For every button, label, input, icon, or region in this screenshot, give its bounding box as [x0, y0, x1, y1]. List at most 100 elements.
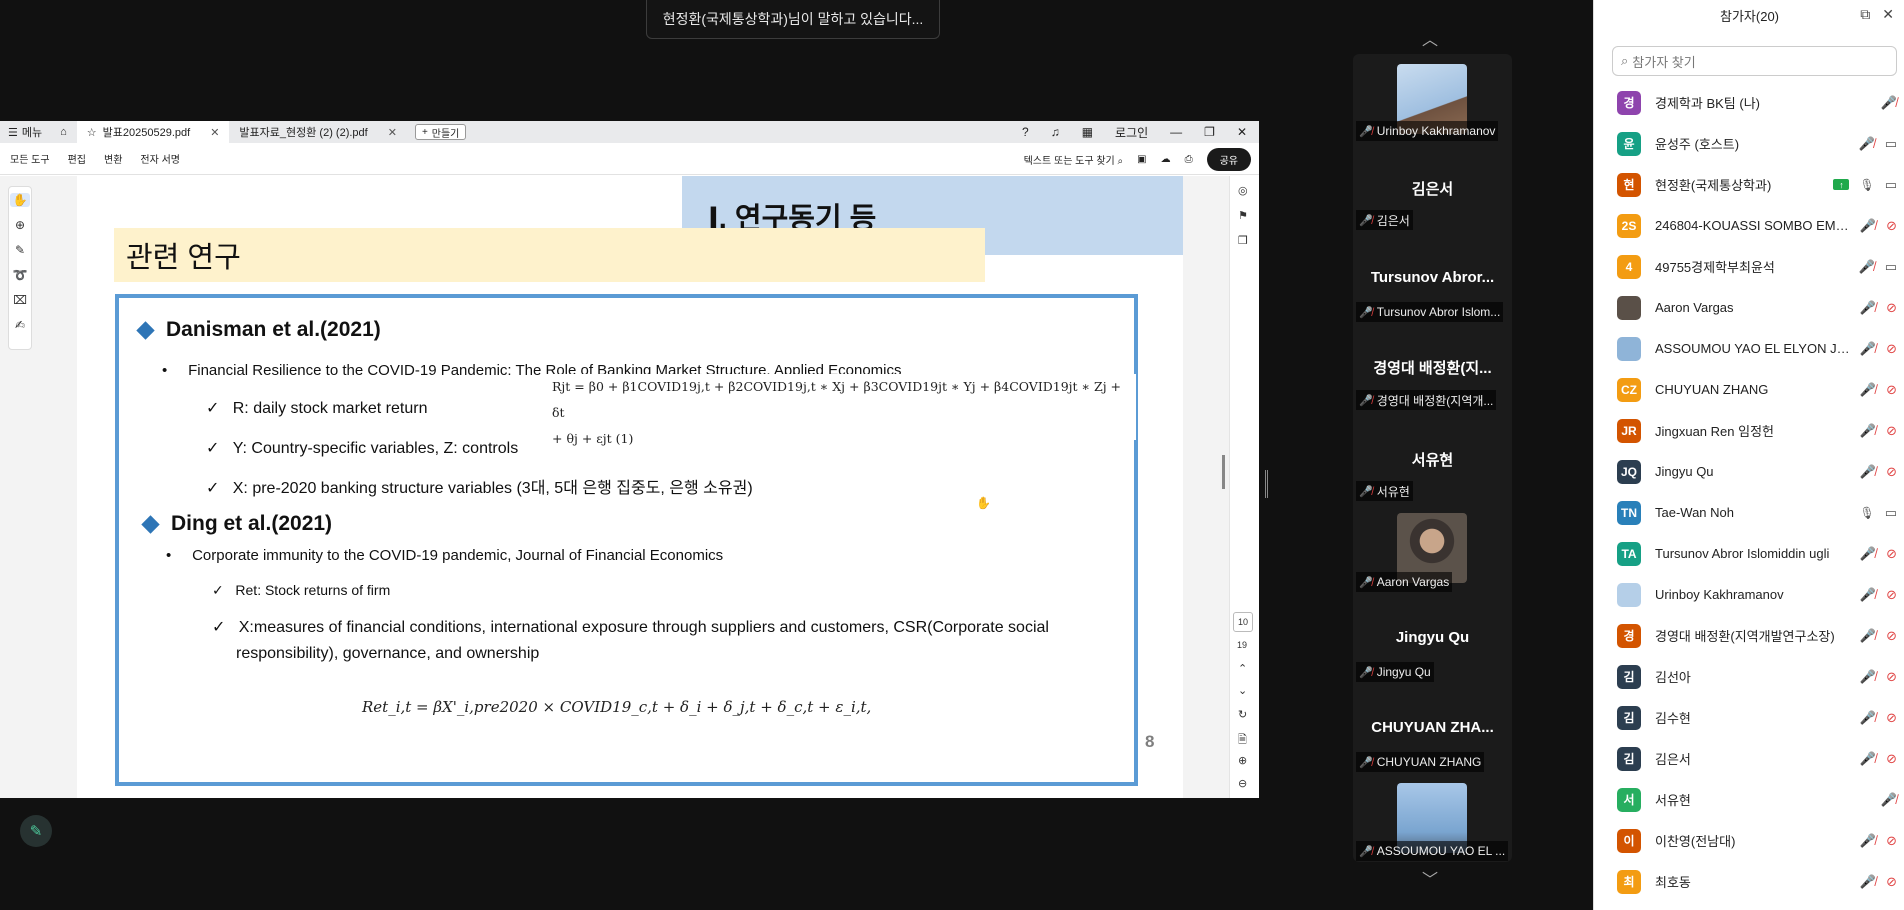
toolbar-item-e-sign[interactable]: 전자 서명: [140, 151, 180, 166]
mic-off-icon[interactable]: 🎤̸: [1860, 751, 1876, 767]
pen-tool-icon[interactable]: ✎: [15, 243, 25, 257]
scroll-up-chevron-icon[interactable]: ︿: [1422, 26, 1438, 50]
participant-row[interactable]: JR Jingxuan Ren 임정헌 🎤̸ ⊘: [1594, 410, 1904, 451]
new-tab-button[interactable]: + 만들기: [414, 124, 467, 140]
camera-off-icon[interactable]: ⊘: [1886, 382, 1897, 398]
camera-off-icon[interactable]: ⊘: [1886, 300, 1897, 316]
camera-off-icon[interactable]: ⊘: [1886, 628, 1897, 644]
tab-pdf-2[interactable]: 발표자료_현정환 (2) (2).pdf ✕: [229, 121, 407, 143]
mic-off-icon[interactable]: 🎤̸: [1860, 587, 1876, 603]
camera-on-icon[interactable]: ▭: [1885, 259, 1897, 275]
restore-icon[interactable]: ❐: [1204, 125, 1215, 139]
camera-off-icon[interactable]: ⊘: [1886, 423, 1897, 439]
participant-row[interactable]: Aaron Vargas 🎤̸ ⊘: [1594, 287, 1904, 328]
mic-on-icon[interactable]: 🎙: [1859, 506, 1874, 520]
video-name-label[interactable]: 🎤̸ Tursunov Abror Islom...: [1356, 302, 1504, 322]
close-tab-icon[interactable]: ✕: [210, 126, 219, 139]
mic-on-icon[interactable]: 🎙: [1859, 178, 1874, 192]
mic-off-icon[interactable]: 🎤̸: [1860, 464, 1876, 480]
camera-off-icon[interactable]: ⊘: [1886, 874, 1897, 890]
current-page-input[interactable]: 10: [1233, 612, 1253, 632]
pop-out-icon[interactable]: ⧉: [1860, 6, 1870, 23]
toolbar-item-edit[interactable]: 편집: [68, 151, 86, 166]
zoom-in-icon[interactable]: ⊕: [1238, 754, 1247, 767]
print-icon[interactable]: ⎙: [1185, 154, 1193, 165]
panel-resize-handle[interactable]: [1265, 470, 1268, 498]
mic-off-icon[interactable]: 🎤̸: [1860, 341, 1876, 357]
minimize-icon[interactable]: —: [1170, 125, 1182, 139]
video-name-label[interactable]: 🎤̸ Jingyu Qu: [1356, 662, 1434, 682]
participant-row[interactable]: 서 서유현 🎤̸: [1594, 779, 1904, 820]
mic-off-icon[interactable]: 🎤̸: [1860, 300, 1876, 316]
participant-row[interactable]: 경 경제학과 BK팀 (나) 🎤̸: [1594, 82, 1904, 123]
participant-row[interactable]: 2S 246804-KOUASSI SOMBO EMMA... 🎤̸ ⊘: [1594, 205, 1904, 246]
camera-off-icon[interactable]: ⊘: [1886, 341, 1897, 357]
refresh-icon[interactable]: ↻: [1238, 708, 1247, 721]
zoom-tool-icon[interactable]: ⊕: [15, 218, 25, 232]
close-window-icon[interactable]: ✕: [1237, 125, 1247, 139]
vertical-scrollbar[interactable]: [1222, 455, 1225, 489]
participant-row[interactable]: 김 김수현 🎤̸ ⊘: [1594, 697, 1904, 738]
participant-row[interactable]: 김 김선아 🎤̸ ⊘: [1594, 656, 1904, 697]
participant-row[interactable]: 4 49755경제학부최윤석 🎤̸ ▭: [1594, 246, 1904, 287]
camera-off-icon[interactable]: ⊘: [1886, 546, 1897, 562]
bell-icon[interactable]: ♫: [1051, 125, 1060, 139]
toolbar-item-convert[interactable]: 변환: [104, 151, 122, 166]
participant-row[interactable]: CZ CHUYUAN ZHANG 🎤̸ ⊘: [1594, 369, 1904, 410]
participant-row[interactable]: 김 김은서 🎤̸ ⊘: [1594, 738, 1904, 779]
video-name-label[interactable]: 🎤̸ 서유현: [1356, 481, 1413, 501]
participant-row[interactable]: 이 이찬영(전남대) 🎤̸ ⊘: [1594, 820, 1904, 861]
signature-tool-icon[interactable]: ✍: [15, 318, 25, 332]
hand-tool-icon[interactable]: ✋: [10, 193, 30, 207]
save-icon[interactable]: ▣: [1137, 154, 1146, 165]
close-tab-icon[interactable]: ✕: [388, 126, 397, 139]
share-button[interactable]: 공유: [1206, 147, 1251, 171]
participant-row[interactable]: 최 최호동 🎤̸ ⊘: [1594, 861, 1904, 902]
page-up-icon[interactable]: ⌃: [1238, 662, 1247, 675]
mic-off-icon[interactable]: 🎤̸: [1860, 710, 1876, 726]
video-name-label[interactable]: 🎤̸ CHUYUAN ZHANG: [1356, 752, 1485, 772]
camera-off-icon[interactable]: ⊘: [1886, 833, 1897, 849]
camera-off-icon[interactable]: ⊘: [1886, 587, 1897, 603]
tool-search-field[interactable]: 텍스트 또는 도구 찾기 ⌕: [1024, 152, 1124, 167]
participant-row[interactable]: TA Tursunov Abror Islomiddin ugli 🎤̸ ⊘: [1594, 533, 1904, 574]
annotate-floating-button[interactable]: ✎: [20, 815, 52, 847]
camera-on-icon[interactable]: ▭: [1885, 505, 1897, 521]
video-name-label[interactable]: 🎤̸ ASSOUMOU YAO EL ...: [1356, 841, 1509, 861]
mic-off-icon[interactable]: 🎤̸: [1860, 423, 1876, 439]
mic-off-icon[interactable]: 🎤̸: [1860, 874, 1876, 890]
mic-off-icon[interactable]: 🎤̸: [1859, 259, 1875, 275]
close-panel-icon[interactable]: ✕: [1882, 6, 1894, 23]
mic-off-icon[interactable]: 🎤̸: [1860, 382, 1876, 398]
menu-button[interactable]: ☰ 메뉴: [0, 124, 50, 140]
mic-off-icon[interactable]: 🎤̸: [1860, 669, 1876, 685]
participant-row[interactable]: Urinboy Kakhramanov 🎤̸ ⊘: [1594, 574, 1904, 615]
video-name-label[interactable]: 🎤̸ Aaron Vargas: [1356, 572, 1453, 592]
mic-off-icon[interactable]: 🎤̸: [1860, 218, 1876, 234]
camera-on-icon[interactable]: ▭: [1885, 136, 1897, 152]
home-tab[interactable]: ⌂: [50, 121, 77, 143]
page-doc-icon[interactable]: 🗎: [1238, 731, 1247, 750]
pages-icon[interactable]: ❒: [1238, 234, 1248, 247]
login-button[interactable]: 로그인: [1115, 124, 1148, 141]
mic-off-icon[interactable]: 🎤̸: [1859, 136, 1875, 152]
mic-off-icon[interactable]: 🎤̸: [1860, 546, 1876, 562]
video-name-label[interactable]: 🎤̸ 김은서: [1356, 210, 1413, 230]
lasso-tool-icon[interactable]: ➰: [13, 268, 28, 282]
camera-on-icon[interactable]: ▭: [1885, 177, 1897, 193]
participant-row[interactable]: 현 현정환(국제통상학과) ↑ 🎙 ▭: [1594, 164, 1904, 205]
participant-search-input[interactable]: ⌕ 참가자 찾기: [1612, 46, 1897, 76]
comment-icon[interactable]: ◎: [1238, 184, 1248, 197]
video-name-label[interactable]: 🎤̸ 경영대 배정환(지역개...: [1356, 390, 1497, 410]
participant-row[interactable]: 윤 윤성주 (호스트) 🎤̸ ▭: [1594, 123, 1904, 164]
video-name-label[interactable]: 🎤̸ Urinboy Kakhramanov: [1356, 121, 1499, 141]
camera-off-icon[interactable]: ⊘: [1886, 710, 1897, 726]
tab-pdf-1[interactable]: ☆ 발표20250529.pdf ✕: [76, 121, 230, 143]
mic-off-icon[interactable]: 🎤̸: [1860, 833, 1876, 849]
participant-row[interactable]: 경 경영대 배정환(지역개발연구소장) 🎤̸ ⊘: [1594, 615, 1904, 656]
apps-grid-icon[interactable]: ▦: [1082, 125, 1093, 139]
participant-row[interactable]: JQ Jingyu Qu 🎤̸ ⊘: [1594, 451, 1904, 492]
text-select-icon[interactable]: ⌧: [13, 293, 27, 307]
camera-off-icon[interactable]: ⊘: [1886, 669, 1897, 685]
camera-off-icon[interactable]: ⊘: [1886, 218, 1897, 234]
